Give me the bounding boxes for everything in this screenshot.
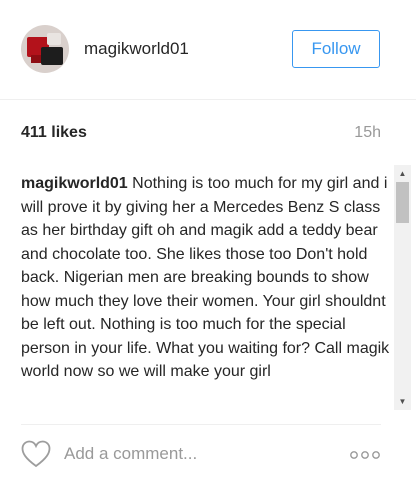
likes-count[interactable]: 411 likes [21,124,87,142]
caption-text: Nothing is too much for my girl and i wi… [21,175,390,380]
comment-input[interactable] [64,441,334,467]
scroll-thumb[interactable] [396,182,409,223]
post-timestamp[interactable]: 15h [354,124,381,142]
avatar-image-part [47,33,61,45]
follow-button[interactable]: Follow [292,30,380,68]
heart-icon[interactable] [21,440,51,468]
more-options-icon[interactable] [350,450,380,460]
avatar[interactable] [21,25,69,73]
scroll-down-arrow-icon[interactable]: ▼ [394,393,411,410]
avatar-image-part [31,55,41,63]
avatar-image-part [41,47,63,65]
caption: magikworld01 Nothing is too much for my … [21,172,393,410]
caption-username[interactable]: magikworld01 [21,175,128,192]
post-stats: 411 likes 15h [21,124,381,146]
divider [21,424,381,425]
username-link[interactable]: magikworld01 [84,39,189,59]
caption-scrollbar[interactable]: ▲ ▼ [394,165,411,410]
post-header: magikworld01 Follow [0,0,416,100]
scroll-up-arrow-icon[interactable]: ▲ [394,165,411,182]
post-footer [0,426,416,494]
